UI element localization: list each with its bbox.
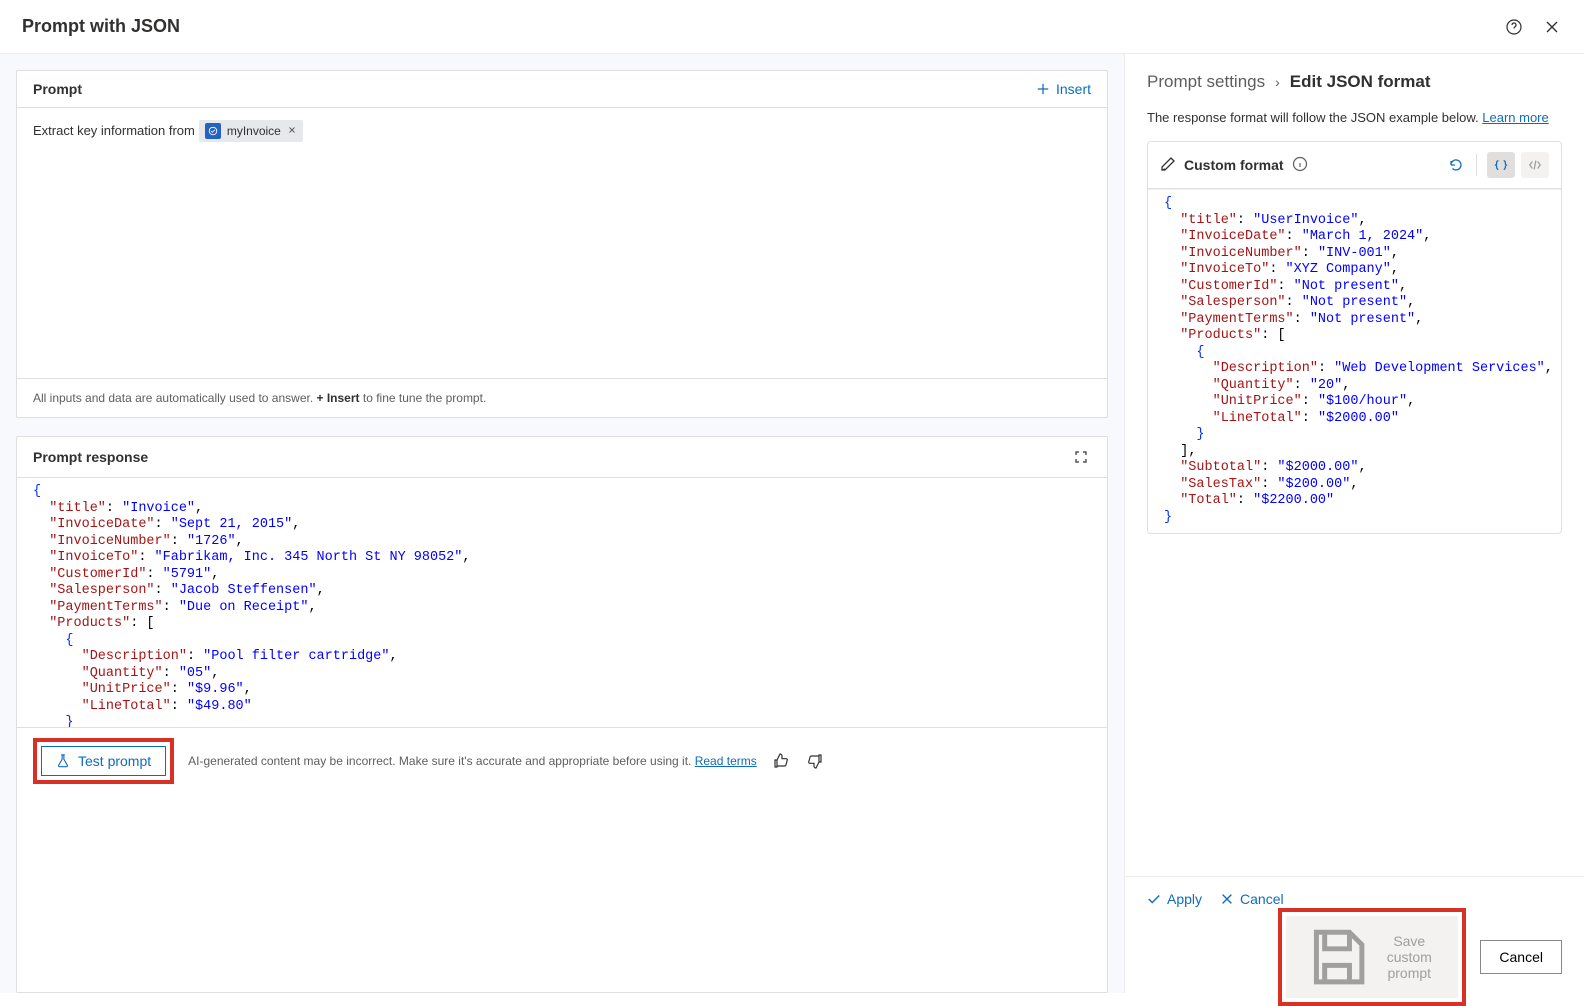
page-title: Prompt with JSON: [22, 16, 180, 37]
response-code-area[interactable]: { "title": "Invoice", "InvoiceDate": "Se…: [17, 477, 1107, 727]
edit-icon: [1160, 156, 1176, 175]
prompt-response-card: Prompt response { "title": "Invoice", "I…: [16, 436, 1108, 993]
save-icon: [1304, 924, 1370, 990]
close-icon[interactable]: [1542, 17, 1562, 37]
cancel-settings-button[interactable]: Cancel: [1220, 891, 1284, 907]
chip-document-icon: [205, 123, 221, 139]
code-view-button[interactable]: [1521, 152, 1549, 178]
insert-label: Insert: [1056, 81, 1091, 97]
read-terms-link[interactable]: Read terms: [695, 754, 757, 768]
thumbs-down-icon[interactable]: [805, 751, 825, 771]
resize-handle[interactable]: [1148, 529, 1561, 533]
settings-intro: The response format will follow the JSON…: [1125, 110, 1584, 141]
breadcrumb-edit-json: Edit JSON format: [1290, 72, 1431, 92]
prompt-text-before: Extract key information from: [33, 120, 195, 142]
thumbs-up-icon[interactable]: [771, 751, 791, 771]
prompt-section-title: Prompt: [33, 81, 82, 97]
custom-format-card: Custom format: [1147, 141, 1562, 534]
custom-format-code-area[interactable]: { "title": "UserInvoice", "InvoiceDate":…: [1148, 189, 1561, 529]
toolbar-separator: [1476, 154, 1477, 176]
apply-button[interactable]: Apply: [1147, 891, 1202, 907]
prompt-input-area[interactable]: Extract key information from myInvoice: [17, 108, 1107, 378]
json-view-button[interactable]: [1487, 152, 1515, 178]
prompt-card: Prompt Insert Extract key information fr…: [16, 70, 1108, 418]
chip-remove-icon[interactable]: [287, 124, 297, 138]
learn-more-link[interactable]: Learn more: [1482, 110, 1548, 125]
cancel-button[interactable]: Cancel: [1480, 940, 1562, 974]
breadcrumb-prompt-settings[interactable]: Prompt settings: [1147, 72, 1265, 92]
save-custom-prompt-button[interactable]: Save custom prompt: [1286, 916, 1458, 998]
chip-label: myInvoice: [227, 124, 281, 138]
highlight-save: Save custom prompt: [1278, 908, 1466, 1006]
modal-header: Prompt with JSON: [0, 0, 1584, 54]
settings-panel: Prompt settings › Edit JSON format The r…: [1124, 54, 1584, 993]
chevron-right-icon: ›: [1275, 74, 1280, 90]
input-chip-myinvoice[interactable]: myInvoice: [199, 120, 303, 142]
global-footer: Save custom prompt Cancel: [1125, 921, 1584, 993]
expand-icon[interactable]: [1071, 447, 1091, 467]
left-panel: Prompt Insert Extract key information fr…: [0, 54, 1124, 993]
undo-icon[interactable]: [1446, 155, 1466, 175]
breadcrumb: Prompt settings › Edit JSON format: [1125, 54, 1584, 110]
prompt-hint: All inputs and data are automatically us…: [17, 378, 1107, 417]
custom-format-label: Custom format: [1184, 157, 1284, 173]
ai-disclaimer: AI-generated content may be incorrect. M…: [188, 754, 757, 768]
highlight-test-prompt: Test prompt: [33, 738, 174, 784]
insert-button[interactable]: Insert: [1036, 81, 1091, 97]
help-icon[interactable]: [1504, 17, 1524, 37]
info-icon[interactable]: [1292, 156, 1308, 175]
test-prompt-button[interactable]: Test prompt: [41, 746, 166, 776]
response-section-title: Prompt response: [33, 449, 148, 465]
